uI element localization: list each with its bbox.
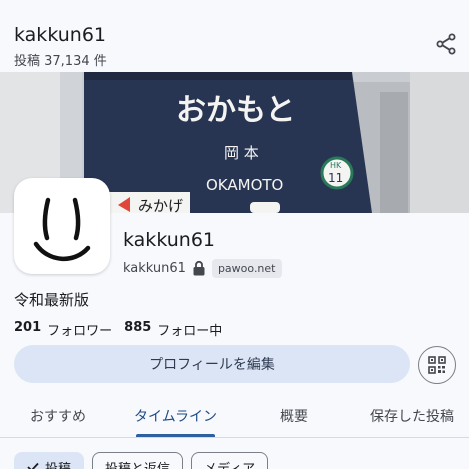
profile-tabs: おすすめ タイムライン 概要 保存した投稿 (0, 396, 469, 438)
share-icon[interactable] (434, 32, 458, 56)
chip-media-label: メディア (204, 461, 256, 469)
active-tab-indicator (136, 434, 215, 437)
following-count: 885 (124, 320, 152, 335)
display-name: kakkun61 (123, 229, 215, 251)
chip-posts-label: 投稿 (45, 461, 72, 469)
station-code-num: 11 (328, 171, 343, 185)
followers-count: 201 (14, 320, 42, 335)
post-count: 投稿 37,134 件 (14, 54, 107, 69)
page-title: kakkun61 (14, 24, 106, 46)
qr-code-icon (428, 356, 446, 374)
edit-profile-button[interactable]: プロフィールを編集 (14, 345, 410, 383)
tab-recommended[interactable]: おすすめ (30, 406, 86, 426)
top-app-bar: kakkun61 投稿 37,134 件 (0, 0, 469, 72)
profile-bio: 令和最新版 (14, 291, 90, 309)
follow-stats: 201 フォロワー 885 フォロー中 (14, 320, 222, 339)
followers-stat[interactable]: 201 フォロワー (14, 320, 112, 339)
check-icon (27, 462, 39, 469)
smiley-face-icon (33, 197, 91, 262)
station-code-top: HK (330, 161, 342, 170)
chip-posts-and-replies[interactable]: 投稿と返信 (92, 452, 184, 469)
chip-posts[interactable]: 投稿 (14, 452, 85, 469)
domain-chip[interactable]: pawoo.net (211, 258, 282, 278)
chip-media[interactable]: メディア (191, 452, 269, 469)
qr-code-button[interactable] (418, 346, 456, 384)
lock-icon (193, 260, 205, 276)
chip-posts-and-replies-label: 投稿と返信 (105, 461, 171, 469)
following-stat[interactable]: 885 フォロー中 (124, 320, 222, 339)
following-label: フォロー中 (157, 324, 223, 339)
sign-hiragana: おかもと (176, 93, 295, 128)
sign-kanji: 岡 本 (224, 144, 259, 162)
sign-next-station: みかげ (138, 197, 183, 213)
filter-chips: 投稿 投稿と返信 メディア (14, 452, 269, 469)
tab-timeline[interactable]: タイムライン (134, 406, 217, 426)
tab-about[interactable]: 概要 (280, 406, 308, 426)
account-handle: kakkun61 (123, 260, 186, 276)
handle-row: kakkun61 pawoo.net (123, 257, 282, 279)
sign-romaji: OKAMOTO (206, 176, 283, 194)
avatar[interactable] (14, 178, 110, 274)
tab-saved-posts[interactable]: 保存した投稿 (370, 406, 454, 426)
followers-label: フォロワー (47, 324, 113, 339)
